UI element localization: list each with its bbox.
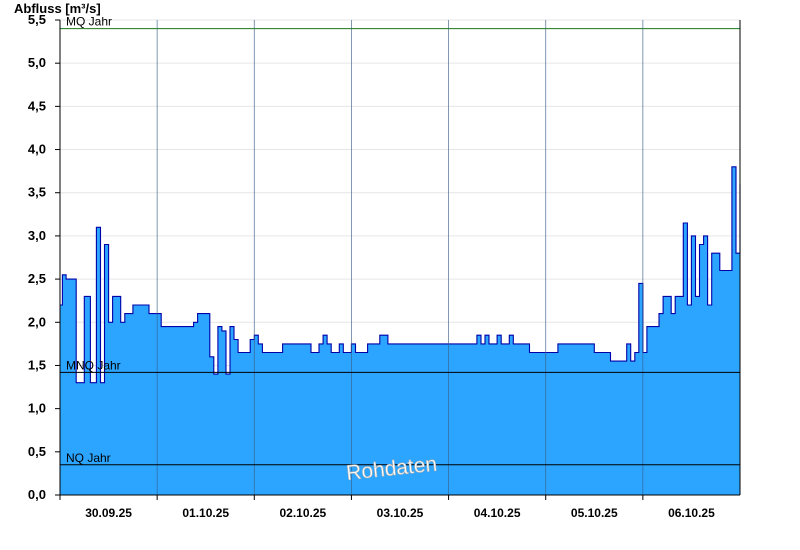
reference-line-label: NQ Jahr: [66, 451, 111, 465]
x-tick-label: 03.10.25: [377, 506, 424, 520]
x-tick-label: 04.10.25: [474, 506, 521, 520]
x-axis-ticks: 30.09.25 01.10.25 02.10.25 03.10.25 04.10.25…: [59, 495, 715, 520]
x-tick-label: 05.10.25: [571, 506, 618, 520]
y-tick-label: 0,5: [28, 444, 46, 459]
x-tick-label: 01.10.25: [182, 506, 229, 520]
y-axis-label: Abfluss [m³/s]: [14, 1, 101, 16]
y-axis-ticks: 0,00,51,01,52,02,53,03,54,04,55,05,5: [28, 12, 60, 502]
y-tick-label: 1,5: [28, 357, 46, 372]
reference-line-label: MQ Jahr: [66, 15, 112, 29]
y-tick-label: 0,0: [28, 487, 46, 502]
discharge-chart: MQ Jahr MNQ Jahr NQ Jahr 0,0 0,5 1,0 1,5 2,0 2,…: [14, 1, 741, 520]
reference-line-label: MNQ Jahr: [66, 358, 121, 372]
y-tick-label: 3,5: [28, 185, 46, 200]
chart-container: MQ Jahr MNQ Jahr NQ Jahr 0,0 0,5 1,0 1,5 2,0 2,…: [0, 0, 800, 550]
y-tick-label: 5,0: [28, 55, 46, 70]
y-tick-label: 2,5: [28, 271, 46, 286]
y-tick-label: 4,0: [28, 142, 46, 157]
y-tick-label: 1,0: [28, 401, 46, 416]
x-tick-label: 06.10.25: [668, 506, 715, 520]
y-tick-label: 2,0: [28, 314, 46, 329]
area-layer: [60, 20, 741, 496]
y-tick-label: 3,0: [28, 228, 46, 243]
y-tick-label: 4,5: [28, 98, 46, 113]
discharge-area: [60, 166, 740, 496]
x-tick-label: 30.09.25: [85, 506, 132, 520]
x-tick-label: 02.10.25: [279, 506, 326, 520]
